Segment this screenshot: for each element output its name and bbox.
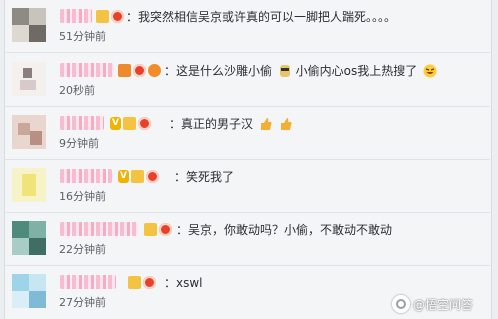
comment-item: ：我突然相信吴京或许真的可以一脚把人踹死。。。。 51分钟前 — [4, 0, 490, 53]
medal-icon — [146, 169, 159, 183]
user-badges — [118, 62, 161, 78]
comment-time: 9分钟前 — [59, 137, 99, 150]
comment-text: ：笑死我了 — [174, 170, 235, 184]
medal-icon — [159, 222, 172, 236]
username-blurred[interactable] — [60, 63, 114, 77]
avatar[interactable] — [12, 274, 46, 308]
comment-text: ：真正的男子汉 — [169, 116, 293, 132]
username-blurred[interactable] — [60, 275, 116, 289]
comment-time: 22分钟前 — [59, 243, 106, 256]
username-blurred[interactable] — [60, 222, 138, 236]
comment-item: ：这是什么沙雕小偷 小偷内心os我上热搜了 20秒前 — [4, 54, 490, 107]
comment-item: V ：笑死我了 16分钟前 — [4, 160, 490, 213]
comment-text: ：我突然相信吴京或许真的可以一脚把人踹死。。。。 — [126, 10, 397, 24]
username-blurred[interactable] — [60, 116, 104, 130]
avatar[interactable] — [12, 115, 46, 149]
comment-time: 20秒前 — [59, 84, 95, 97]
comment-text-part2: 小偷内心os我上热搜了 — [295, 64, 418, 78]
comment-time: 51分钟前 — [59, 30, 106, 43]
comment-item: ：吴京，你敢动吗？小偷，不敢动不敢动 22分钟前 — [4, 213, 490, 266]
comment-text: ：这是什么沙雕小偷 小偷内心os我上热搜了 — [164, 63, 437, 79]
comment-item: V ：真正的男子汉 9分钟前 — [4, 107, 490, 160]
thumbs-up-icon — [280, 118, 292, 130]
wukong-logo-icon — [392, 295, 410, 313]
username-blurred[interactable] — [60, 9, 92, 23]
level-icon — [118, 63, 131, 77]
verified-icon: V — [118, 169, 129, 183]
vip-icon — [96, 9, 109, 23]
user-badges: V — [118, 168, 159, 184]
vip-icon — [144, 222, 157, 236]
watermark: @悟空问答 — [392, 292, 492, 316]
vip-icon — [128, 275, 141, 289]
comment-text: ：吴京，你敢动吗？小偷，不敢动不敢动 — [176, 223, 393, 237]
comment-text-part1: ：这是什么沙雕小偷 — [164, 64, 273, 78]
verified-icon: V — [110, 116, 121, 130]
comment-text: ：xswl — [164, 276, 203, 290]
medal-icon — [138, 116, 151, 130]
user-badges — [96, 8, 124, 24]
medal-icon — [133, 63, 146, 77]
comment-text-part1: ：真正的男子汉 — [169, 117, 254, 131]
avatar[interactable] — [12, 62, 46, 96]
fan-icon — [148, 63, 161, 77]
user-badges: V — [110, 115, 151, 131]
avatar[interactable] — [12, 168, 46, 202]
avatar[interactable] — [12, 8, 46, 42]
username-blurred[interactable] — [60, 169, 112, 183]
watermark-label: @悟空问答 — [413, 297, 474, 312]
laughing-emoji-icon — [423, 64, 437, 78]
comment-time: 16分钟前 — [59, 190, 106, 203]
thief-emoji-icon — [279, 65, 290, 77]
medal-icon — [111, 9, 124, 23]
user-badges — [144, 221, 172, 237]
avatar[interactable] — [12, 221, 46, 255]
medal-icon — [143, 275, 156, 289]
thumbs-up-icon — [260, 118, 272, 130]
comment-time: 27分钟前 — [59, 296, 106, 309]
vip-icon — [123, 116, 136, 130]
user-badges — [128, 274, 156, 290]
vip-icon — [131, 169, 144, 183]
